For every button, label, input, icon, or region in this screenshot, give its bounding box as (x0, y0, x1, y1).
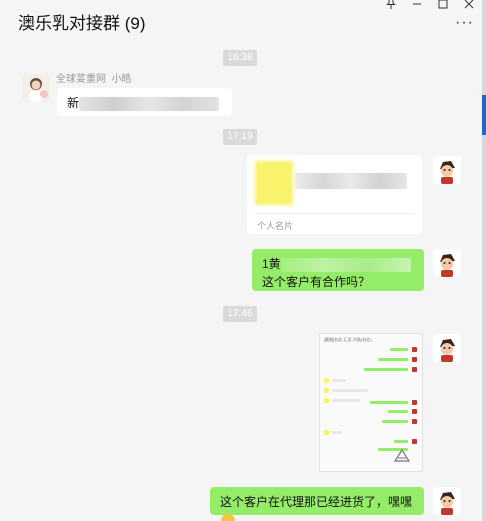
message-text: 新 (67, 96, 80, 110)
my-avatar[interactable] (433, 249, 461, 277)
chat-window: 澳乐乳对接群 (9) ··· 16:38 全球荽重网 小皓 新 17:19 个人… (0, 0, 486, 521)
laughing-emoji-icon (221, 513, 235, 521)
pin-icon[interactable] (384, 0, 398, 12)
chat-title: 澳乐乳对接群 (9) (18, 14, 146, 33)
image-caption: [截图]台北-汇总-大陆(台北) (324, 337, 372, 342)
message-text: 这个客户在代理那已经进货了，嘿嘿 (220, 495, 413, 509)
my-avatar[interactable] (433, 334, 461, 362)
card-label: 个人名片 (257, 221, 294, 231)
my-avatar[interactable] (433, 487, 461, 515)
sender-label: 全球荽重网 小皓 (56, 70, 132, 85)
message-bubble[interactable]: 1黄 这个客户有合作吗？ (252, 249, 424, 291)
timestamp: 17:19 (223, 129, 257, 145)
sender-name: 小皓 (111, 74, 132, 85)
title-bar: 澳乐乳对接群 (9) ··· (0, 0, 486, 40)
redacted-text (280, 257, 411, 272)
message-bubble[interactable]: 新 (57, 88, 232, 116)
redacted-text (295, 173, 407, 189)
sender-avatar[interactable] (22, 74, 50, 102)
timestamp: 16:38 (223, 50, 257, 66)
message-text: 这个客户有合作吗？ (262, 275, 371, 289)
message-bubble[interactable]: 这个客户在代理那已经进货了，嘿嘿 (210, 487, 424, 521)
minimize-icon[interactable] (410, 0, 424, 12)
close-icon[interactable] (462, 0, 476, 12)
window-edge (482, 0, 486, 521)
sender-group: 全球荽重网 (56, 74, 106, 85)
card-avatar-redacted (255, 161, 293, 205)
redacted-text (79, 96, 220, 111)
more-options-icon[interactable]: ··· (455, 14, 474, 32)
my-avatar[interactable] (433, 156, 461, 184)
timestamp: 17:46 (223, 306, 257, 322)
message-text: 1黄 (262, 257, 281, 271)
image-message[interactable]: [截图]台北-汇总-大陆(台北) (319, 333, 423, 472)
maximize-icon[interactable] (436, 0, 450, 12)
contact-card[interactable]: 个人名片 (247, 155, 422, 234)
watermark-logo-icon (394, 448, 410, 462)
